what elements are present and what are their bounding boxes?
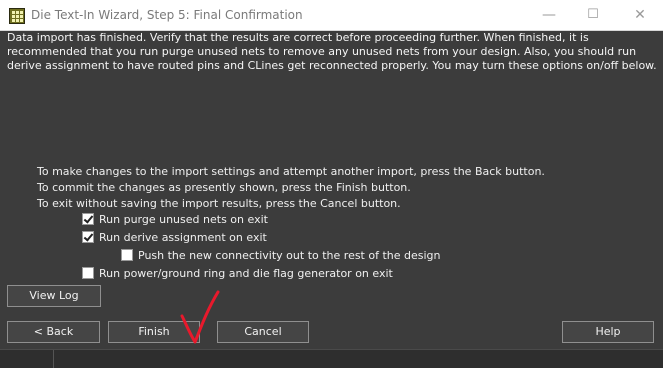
red-checkmark-annotation (180, 290, 220, 344)
option-label: Run derive assignment on exit (99, 231, 267, 244)
title-bar: Die Text-In Wizard, Step 5: Final Confir… (0, 0, 663, 31)
instructions: To make changes to the import settings a… (37, 164, 637, 212)
cancel-button[interactable]: Cancel (217, 321, 309, 343)
option-label: Run power/ground ring and die flag gener… (99, 267, 393, 280)
app-grid-icon (9, 8, 25, 24)
back-button[interactable]: < Back (7, 321, 100, 343)
option-label: Run purge unused nets on exit (99, 213, 268, 226)
option-power-ground-ring[interactable]: Run power/ground ring and die flag gener… (82, 266, 393, 282)
push-connectivity-checkbox[interactable] (121, 249, 133, 261)
option-push-connectivity[interactable]: Push the new connectivity out to the res… (121, 248, 441, 264)
help-button[interactable]: Help (562, 321, 654, 343)
instruction-cancel: To exit without saving the import result… (37, 197, 401, 210)
view-log-button[interactable]: View Log (7, 285, 101, 307)
close-button[interactable]: ✕ (620, 3, 660, 27)
window-title: Die Text-In Wizard, Step 5: Final Confir… (31, 8, 303, 22)
option-derive-assignment[interactable]: Run derive assignment on exit (82, 230, 267, 246)
purge-nets-checkbox[interactable] (82, 213, 94, 225)
instruction-back: To make changes to the import settings a… (37, 165, 545, 178)
option-purge-unused-nets[interactable]: Run purge unused nets on exit (82, 212, 268, 228)
status-bar (0, 349, 663, 368)
minimize-button[interactable]: — (529, 3, 569, 27)
option-label: Push the new connectivity out to the res… (138, 249, 441, 262)
maximize-button[interactable]: ☐ (573, 3, 613, 27)
intro-text: Data import has finished. Verify that th… (7, 31, 657, 72)
instruction-finish: To commit the changes as presently shown… (37, 181, 411, 194)
power-ground-checkbox[interactable] (82, 267, 94, 279)
derive-assignment-checkbox[interactable] (82, 231, 94, 243)
status-divider (53, 350, 54, 368)
